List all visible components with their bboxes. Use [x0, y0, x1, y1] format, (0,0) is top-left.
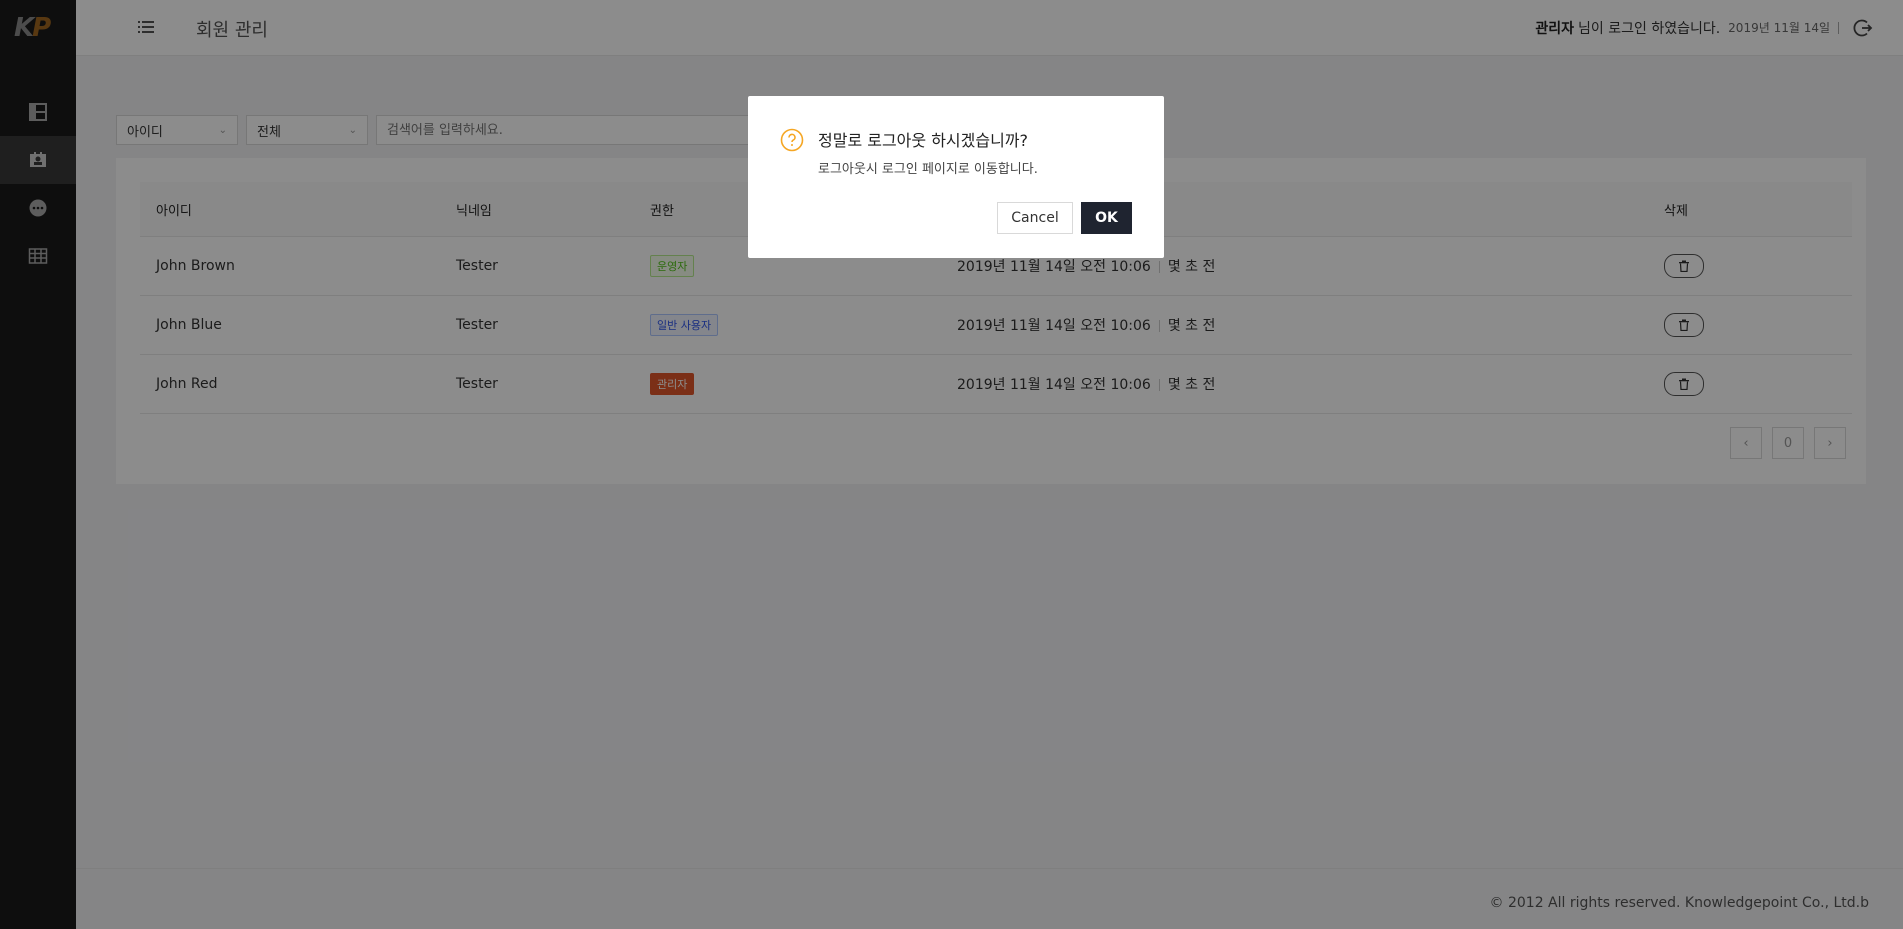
ok-button[interactable]: OK: [1081, 202, 1132, 234]
cancel-button[interactable]: Cancel: [997, 202, 1073, 234]
modal-overlay[interactable]: 정말로 로그아웃 하시겠습니까? 로그아웃시 로그인 페이지로 이동합니다. C…: [0, 0, 1903, 929]
question-icon: [780, 128, 804, 152]
dialog-content: 로그아웃시 로그인 페이지로 이동합니다.: [818, 162, 1038, 177]
logout-confirm-dialog: 정말로 로그아웃 하시겠습니까? 로그아웃시 로그인 페이지로 이동합니다. C…: [748, 96, 1164, 258]
dialog-buttons: Cancel OK: [997, 202, 1132, 234]
dialog-title: 정말로 로그아웃 하시겠습니까?: [818, 131, 1029, 150]
